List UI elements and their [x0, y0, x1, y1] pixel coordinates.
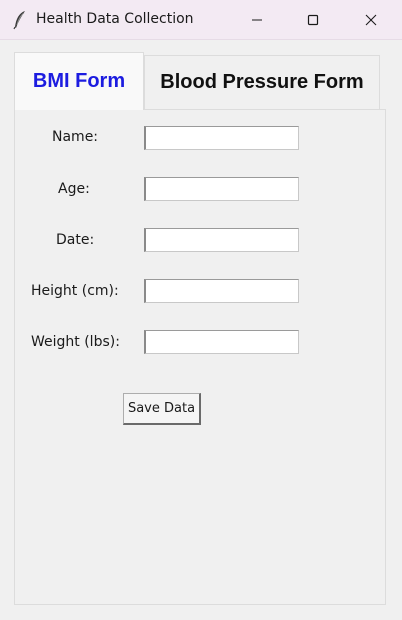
name-field[interactable] — [144, 126, 299, 150]
age-label: Age: — [58, 181, 90, 197]
date-label: Date: — [56, 232, 95, 248]
height-field[interactable] — [144, 279, 299, 303]
window-title: Health Data Collection — [36, 11, 194, 27]
minimize-button[interactable] — [234, 0, 280, 40]
name-label: Name: — [52, 129, 99, 145]
feather-icon — [13, 11, 25, 30]
age-field[interactable] — [144, 177, 299, 201]
tab-bmi-form[interactable]: BMI Form — [14, 52, 144, 110]
window-client-area: BMI Form Blood Pressure Form Name: Age: … — [0, 40, 402, 620]
maximize-icon — [307, 14, 319, 26]
bmi-form-panel: Name: Age: Date: Height (cm): Weight (lb… — [14, 109, 386, 605]
weight-label: Weight (lbs): — [31, 334, 120, 350]
tab-blood-pressure-form[interactable]: Blood Pressure Form — [144, 55, 380, 110]
date-field[interactable] — [144, 228, 299, 252]
close-button[interactable] — [348, 0, 394, 40]
close-icon — [365, 14, 377, 26]
maximize-button[interactable] — [290, 0, 336, 40]
height-label: Height (cm): — [31, 283, 119, 299]
weight-field[interactable] — [144, 330, 299, 354]
save-data-button[interactable]: Save Data — [123, 393, 201, 425]
minimize-icon — [252, 19, 262, 21]
title-bar[interactable]: Health Data Collection — [0, 0, 402, 40]
